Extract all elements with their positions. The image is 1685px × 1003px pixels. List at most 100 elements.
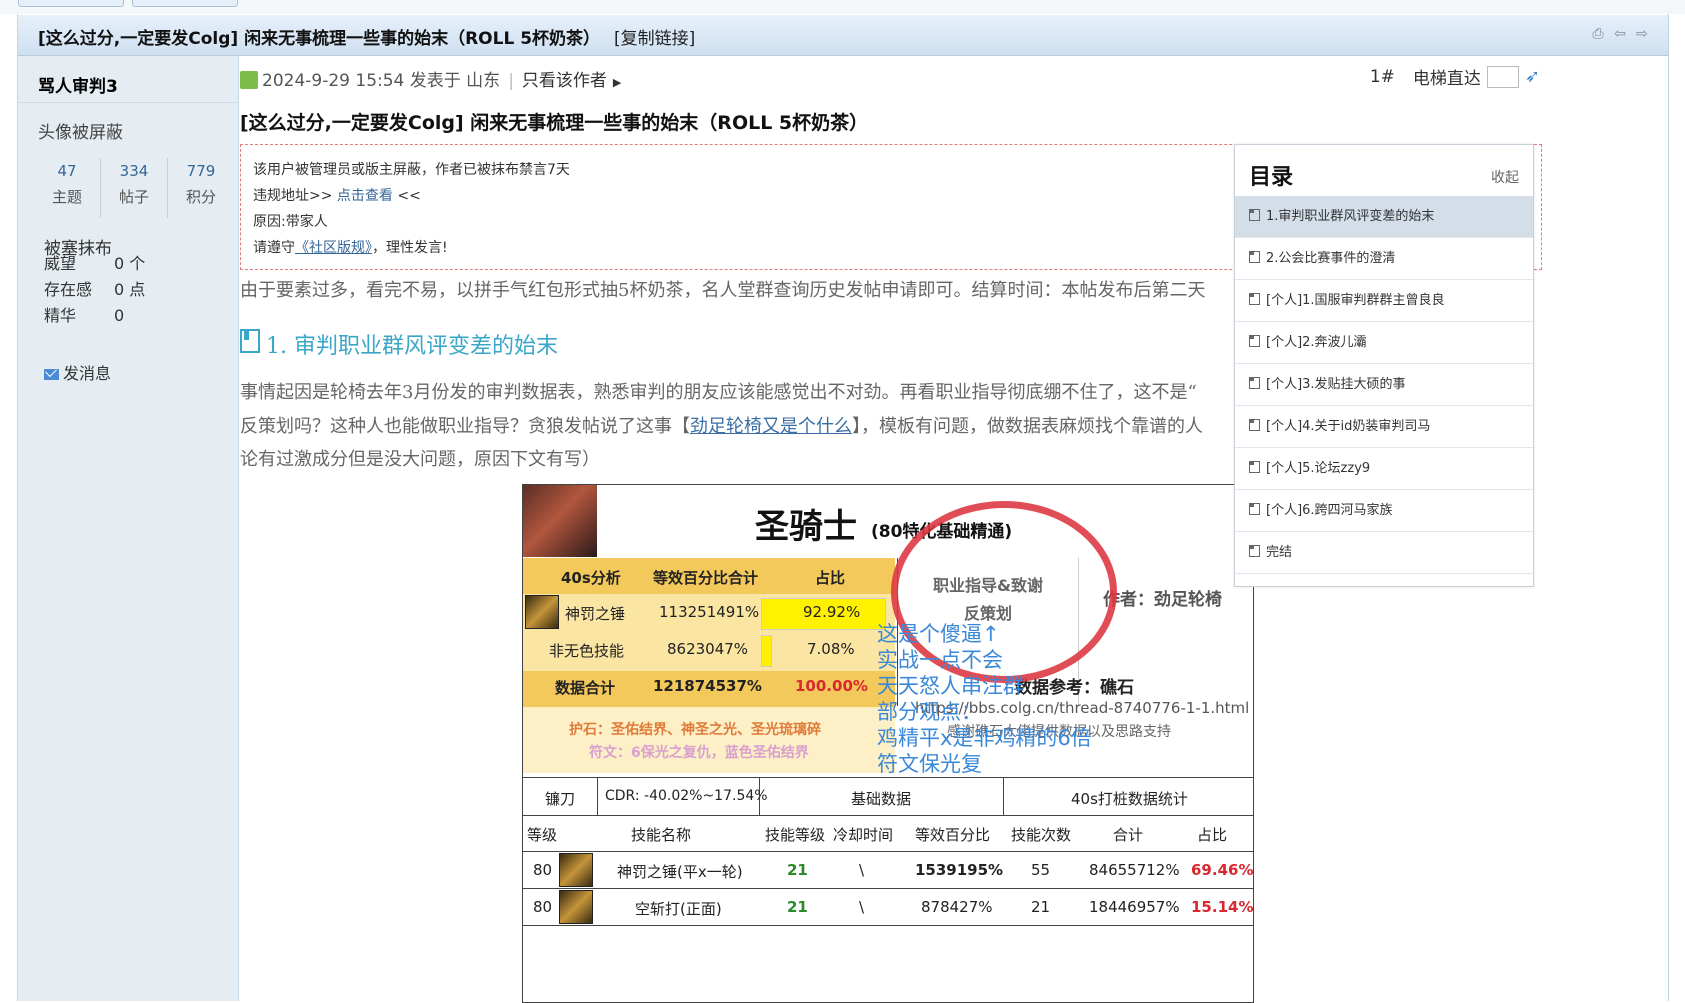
table-cell: 80 bbox=[533, 861, 553, 879]
prev-thread-icon[interactable]: ⇦ bbox=[1612, 26, 1628, 42]
violation-link[interactable]: 点击查看 bbox=[337, 188, 393, 204]
online-status-icon bbox=[240, 71, 258, 89]
field-value: 0 bbox=[114, 306, 125, 325]
body-paragraph-line: 事情起因是轮椅去年3月份发的审判数据表，熟悉审判的朋友应该能感觉出不对劲。再看职… bbox=[240, 382, 1197, 403]
share-bar bbox=[761, 635, 772, 667]
table-cell: 神罚之锤(平x一轮) bbox=[617, 863, 743, 881]
divider bbox=[18, 102, 238, 103]
thread-title-text: [这么过分,一定要发Colg] 闲来无事梳理一些事的始末（ROLL 5杯奶茶） bbox=[38, 29, 601, 49]
table-cell: 69.46% bbox=[1191, 861, 1254, 879]
violation-label: 违规地址>> bbox=[253, 188, 337, 204]
toc-item-label: [个人]3.发贴挂大硕的事 bbox=[1266, 377, 1406, 392]
send-message-button[interactable]: 发消息 bbox=[44, 360, 111, 384]
handwritten-annotation: 符文保光复 bbox=[877, 752, 982, 776]
table-header: 合计 bbox=[1113, 826, 1144, 844]
top-tab[interactable] bbox=[18, 0, 124, 7]
table-header: 技能次数 bbox=[1011, 826, 1072, 844]
toc-collapse-button[interactable]: 收起 bbox=[1491, 167, 1519, 187]
rules-suffix: ，理性发言! bbox=[372, 240, 448, 256]
toc-item[interactable]: [个人]4.关于id奶装审判司马 bbox=[1235, 406, 1533, 448]
only-author-link[interactable]: 只看该作者 bbox=[522, 71, 607, 91]
field-essence: 精华 0 bbox=[44, 302, 124, 326]
table-header: 技能名称 bbox=[631, 826, 692, 844]
top-tab[interactable] bbox=[132, 0, 238, 7]
goto-floor-input[interactable] bbox=[1486, 65, 1519, 88]
section-heading: 1. 审判职业群风评变差的始末 bbox=[240, 328, 558, 360]
class-name: 圣骑士 bbox=[755, 507, 857, 547]
mail-icon bbox=[44, 369, 59, 380]
table-border bbox=[523, 888, 1253, 889]
field-key: 精华 bbox=[44, 306, 77, 325]
floor-number: 1# bbox=[1369, 66, 1395, 87]
summary-row-share: 92.92% bbox=[803, 603, 861, 621]
stat-label: 主题 bbox=[51, 188, 82, 206]
hammer-skill-icon bbox=[525, 595, 559, 629]
toc-item[interactable]: [个人]2.奔波儿灞 bbox=[1235, 322, 1533, 364]
table-header: 技能等级 bbox=[765, 826, 826, 844]
summary-row-name: 神罚之锤 bbox=[565, 605, 626, 623]
handwritten-annotation: 实战一点不会 bbox=[877, 648, 1003, 672]
hint-panel bbox=[523, 707, 895, 773]
thread-title: [这么过分,一定要发Colg] 闲来无事梳理一些事的始末（ROLL 5杯奶茶） … bbox=[38, 24, 695, 49]
table-cell: 84655712% bbox=[1089, 861, 1180, 879]
field-presence: 存在感 0 点 bbox=[44, 276, 145, 300]
bookmark-icon bbox=[240, 329, 260, 353]
summary-row-share: 100.00% bbox=[795, 677, 868, 695]
toc-item[interactable]: [个人]3.发贴挂大硕的事 bbox=[1235, 364, 1533, 406]
doc-icon bbox=[1249, 209, 1260, 221]
table-cell: 18446957% bbox=[1089, 898, 1180, 916]
toc-item[interactable]: [个人]1.国服审判群群主曾良良 bbox=[1235, 280, 1533, 322]
toc-item[interactable]: 1.审判职业群风评变差的始末 bbox=[1235, 196, 1533, 238]
toc-item-label: [个人]2.奔波儿灞 bbox=[1266, 335, 1367, 350]
toc-item-label: [个人]4.关于id奶装审判司马 bbox=[1266, 419, 1431, 434]
handwritten-annotation: 部分观点： bbox=[877, 700, 982, 724]
stat-points[interactable]: 779 积分 bbox=[168, 158, 234, 218]
floor-nav: 1# 电梯直达 ➶ bbox=[1370, 64, 1540, 89]
table-border bbox=[597, 777, 598, 815]
hint-line: 符文：6保光之复仇，蓝色圣佑结界 bbox=[589, 745, 809, 761]
table-cell: 55 bbox=[1031, 861, 1051, 879]
sheet-author: 作者：劲足轮椅 bbox=[1103, 590, 1222, 610]
toc-item-label: 1.审判职业群风评变差的始末 bbox=[1266, 209, 1435, 224]
table-cell: 1539195% bbox=[915, 861, 1004, 879]
username[interactable]: 骂人审判3 bbox=[38, 72, 118, 97]
goto-arrow-icon[interactable]: ➶ bbox=[1525, 66, 1540, 87]
copy-link-button[interactable]: [复制链接] bbox=[614, 29, 695, 49]
top-strip bbox=[0, 0, 1685, 14]
table-cell: 15.14% bbox=[1191, 898, 1254, 916]
stat-topics[interactable]: 47 主题 bbox=[34, 158, 101, 218]
stat-posts[interactable]: 334 帖子 bbox=[101, 158, 168, 218]
toc-item[interactable]: [个人]5.论坛zzy9 bbox=[1235, 448, 1533, 490]
doc-icon bbox=[1249, 293, 1260, 305]
send-message-label: 发消息 bbox=[63, 364, 112, 383]
doc-icon bbox=[1249, 503, 1260, 515]
toc-item[interactable]: [个人]6.跨四河马家族 bbox=[1235, 490, 1533, 532]
doc-icon bbox=[1249, 545, 1260, 557]
post-image[interactable]: 圣骑士 (80特化基础精通) 40s分析 等效百分比合计 占比 神罚之锤 113… bbox=[522, 484, 1254, 1003]
table-header: 冷却时间 bbox=[833, 826, 894, 844]
toc-title: 目录 bbox=[1249, 165, 1294, 190]
toc-item-label: 完结 bbox=[1266, 545, 1293, 560]
toc-item[interactable]: 2.公会比赛事件的澄清 bbox=[1235, 238, 1533, 280]
body-paragraph-line: 论有过激成分但是没大问题，原因下文有写） bbox=[240, 449, 600, 470]
post-meta: 2024-9-29 15:54 发表于 山东 | 只看该作者 ▶ bbox=[240, 66, 621, 91]
summary-row-share: 7.08% bbox=[807, 640, 855, 658]
rules-prefix: 请遵守 bbox=[253, 240, 295, 256]
print-icon[interactable]: ⎙ bbox=[1590, 26, 1606, 42]
table-header: 等级 bbox=[527, 826, 558, 844]
caret-right-icon: ▶ bbox=[612, 76, 622, 89]
toc-item[interactable]: 完结 bbox=[1235, 532, 1533, 574]
user-stats: 47 主题 334 帖子 779 积分 bbox=[34, 158, 234, 218]
handwritten-annotation: 天天怒人串注群 bbox=[877, 674, 1024, 698]
rules-line: 请遵守《社区版规》，理性发言! bbox=[253, 237, 448, 257]
toc-item-label: [个人]5.论坛zzy9 bbox=[1266, 461, 1371, 476]
field-key: 威望 bbox=[44, 254, 77, 273]
violation-line: 违规地址>> 点击查看 << bbox=[253, 185, 421, 205]
body-text: 】，模板有问题，做数据表麻烦找个靠谱的人 bbox=[852, 416, 1203, 437]
rules-link[interactable]: 《社区版规》 bbox=[295, 240, 372, 256]
table-cell: \ bbox=[859, 861, 865, 879]
thread-link[interactable]: 劲足轮椅又是个什么 bbox=[690, 416, 852, 437]
next-thread-icon[interactable]: ⇨ bbox=[1634, 26, 1650, 42]
table-header: 等效百分比 bbox=[915, 826, 991, 844]
stat-value: 334 bbox=[119, 162, 149, 180]
